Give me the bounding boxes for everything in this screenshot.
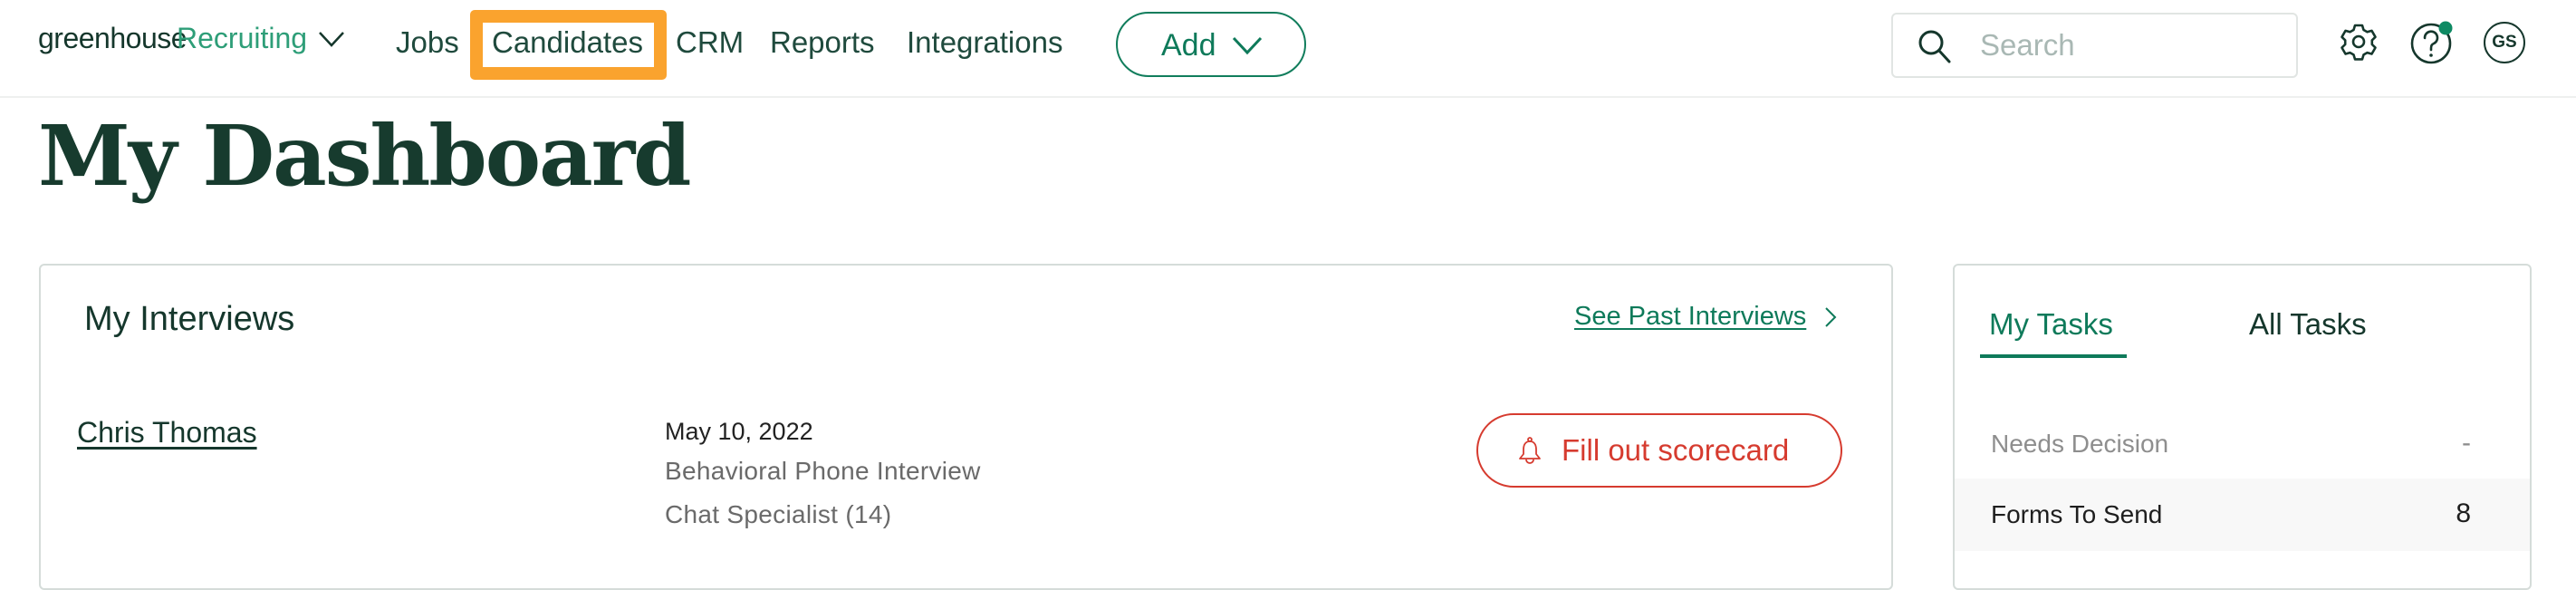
fill-out-scorecard-button[interactable]: Fill out scorecard [1476, 413, 1842, 488]
nav-crm[interactable]: CRM [676, 25, 744, 60]
candidate-name-link[interactable]: Chris Thomas [77, 416, 257, 450]
task-row-needs-decision[interactable]: Needs Decision - [1955, 408, 2530, 480]
search-input[interactable] [1980, 24, 2279, 67]
product-switcher-chevron-icon[interactable] [317, 29, 346, 49]
nav-jobs[interactable]: Jobs [396, 25, 459, 60]
top-nav-bar: greenhouse Recruiting Jobs Candidates CR… [0, 0, 2576, 98]
search-box[interactable] [1891, 13, 2298, 78]
tab-my-tasks[interactable]: My Tasks [1989, 307, 2113, 342]
nav-reports[interactable]: Reports [770, 25, 875, 60]
logo-product[interactable]: Recruiting [177, 22, 307, 55]
add-button[interactable]: Add [1116, 12, 1306, 77]
add-button-label: Add [1161, 28, 1216, 63]
see-past-interviews-link[interactable]: See Past Interviews [1574, 302, 1806, 332]
tasks-card: My Tasks All Tasks Needs Decision - Form… [1953, 264, 2532, 590]
logo-brand[interactable]: greenhouse [38, 22, 187, 55]
tab-all-tasks[interactable]: All Tasks [2249, 307, 2367, 342]
chevron-down-icon [1232, 36, 1263, 55]
avatar[interactable]: GS [2484, 22, 2525, 63]
my-interviews-title: My Interviews [84, 300, 295, 338]
help-icon[interactable] [2409, 20, 2456, 67]
chevron-right-icon[interactable] [1823, 305, 1838, 329]
bell-icon [1519, 437, 1541, 464]
fill-out-scorecard-label: Fill out scorecard [1562, 433, 1790, 467]
gear-icon[interactable] [2339, 22, 2379, 62]
task-label: Forms To Send [1991, 500, 2163, 528]
task-count: - [2462, 428, 2471, 458]
task-row-forms-to-send[interactable]: Forms To Send 8 [1955, 479, 2530, 551]
interview-type: Behavioral Phone Interview [665, 457, 981, 485]
nav-candidates[interactable]: Candidates [492, 25, 643, 60]
interview-date: May 10, 2022 [665, 418, 813, 445]
page-title: My Dashboard [38, 107, 692, 205]
notification-dot [2438, 21, 2453, 35]
task-count: 8 [2456, 498, 2471, 528]
search-icon [1918, 30, 1951, 63]
interview-job: Chat Specialist (14) [665, 500, 892, 528]
my-interviews-card: My Interviews See Past Interviews Chris … [39, 264, 1893, 590]
task-label: Needs Decision [1991, 430, 2169, 458]
active-tab-indicator [1980, 354, 2127, 358]
nav-integrations[interactable]: Integrations [907, 25, 1062, 60]
